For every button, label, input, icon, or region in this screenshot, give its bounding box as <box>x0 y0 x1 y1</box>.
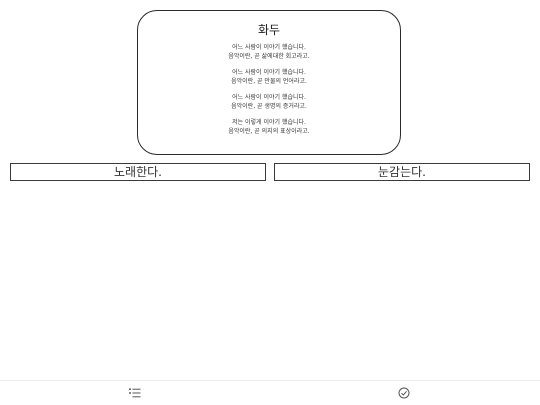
poem-stanza: 어느 사람이 이야기 했습니다. 음악이란, 곧 생명의 증거라고. <box>138 93 400 111</box>
poem-stanza: 저는 이렇게 이야기 했습니다. 음악이란, 곧 의지의 표상이라고. <box>138 118 400 136</box>
poem-line: 어느 사람이 이야기 했습니다. <box>232 69 306 76</box>
poem-line: 저는 이렇게 이야기 했습니다. <box>232 119 306 126</box>
poem-line: 음악이란, 곧 생명의 증거라고. <box>231 103 307 110</box>
screen: 화두 어느 사람이 이야기 했습니다. 음악이란, 곧 삶에대한 회고라고. 어… <box>0 0 540 405</box>
poem-line: 어느 사람이 이야기 했습니다. <box>232 94 306 101</box>
poem-line: 음악이란, 곧 만물의 언어라고. <box>231 78 307 85</box>
poem-stanza: 어느 사람이 이야기 했습니다. 음악이란, 곧 만물의 언어라고. <box>138 68 400 86</box>
list-icon[interactable] <box>128 386 142 400</box>
bottom-tab-bar <box>0 380 540 405</box>
choice-sing-button[interactable]: 노래한다. <box>10 163 266 181</box>
poem-line: 음악이란, 곧 삶에대한 회고라고. <box>228 53 310 60</box>
choice-close-eyes-button[interactable]: 눈감는다. <box>274 163 530 181</box>
poem-line: 어느 사람이 이야기 했습니다. <box>232 44 306 51</box>
poem-card: 화두 어느 사람이 이야기 했습니다. 음악이란, 곧 삶에대한 회고라고. 어… <box>137 10 401 155</box>
poem-body: 어느 사람이 이야기 했습니다. 음악이란, 곧 삶에대한 회고라고. 어느 사… <box>138 43 400 136</box>
poem-line: 음악이란, 곧 의지의 표상이라고. <box>228 128 310 135</box>
poem-title: 화두 <box>257 23 281 37</box>
check-circle-icon[interactable] <box>397 386 411 400</box>
poem-stanza: 어느 사람이 이야기 했습니다. 음악이란, 곧 삶에대한 회고라고. <box>138 43 400 61</box>
